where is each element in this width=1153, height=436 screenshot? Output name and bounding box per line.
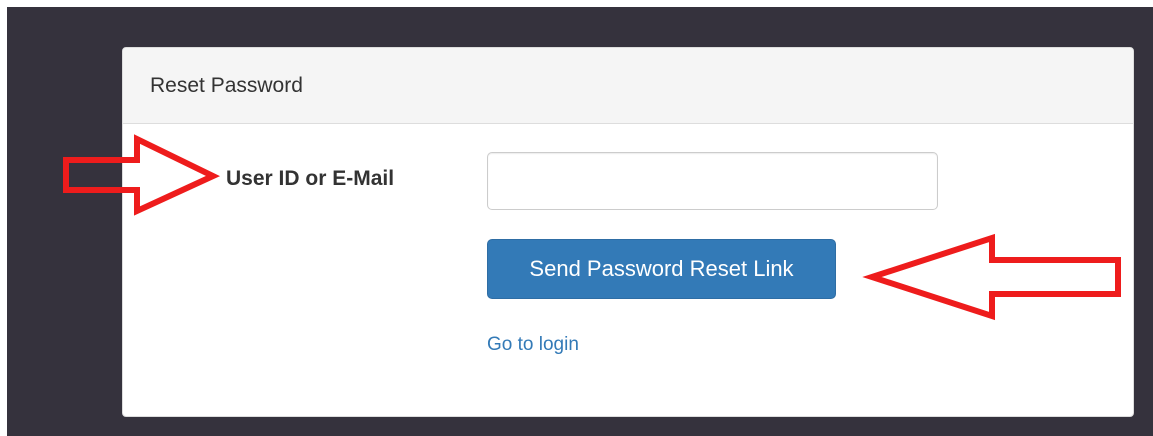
go-to-login-link[interactable]: Go to login: [487, 334, 579, 356]
user-id-label: User ID or E-Mail: [226, 167, 395, 190]
user-id-input[interactable]: [487, 152, 938, 210]
panel-title: Reset Password: [150, 73, 303, 97]
right-arrow-annotation-icon: [63, 134, 221, 216]
send-reset-link-button[interactable]: Send Password Reset Link: [487, 239, 836, 299]
left-arrow-annotation-icon: [862, 233, 1121, 321]
panel-heading: Reset Password: [123, 48, 1133, 124]
